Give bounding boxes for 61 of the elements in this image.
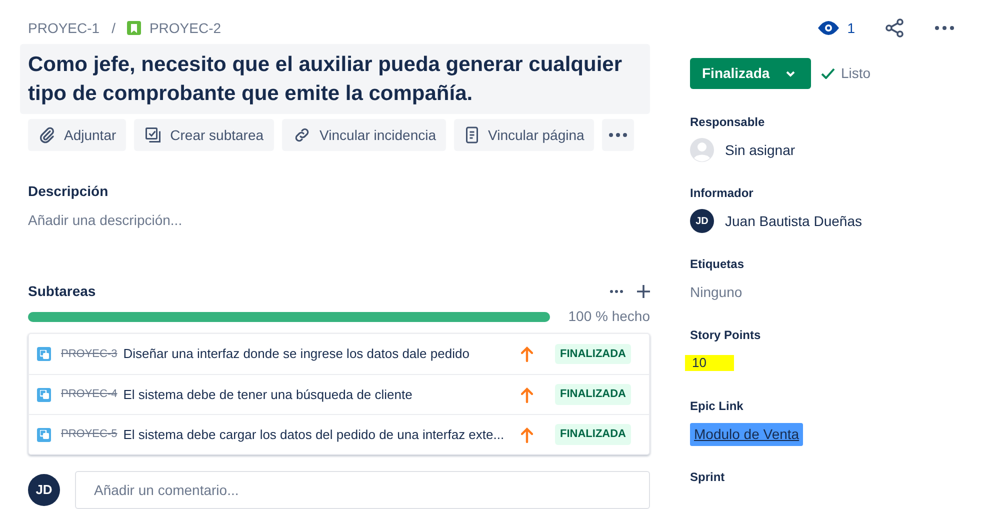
caret-icon [786, 70, 795, 76]
field-value[interactable]: Juan Bautista Dueñas [725, 210, 862, 232]
up-arrow-icon [521, 386, 533, 402]
subtask-key[interactable]: PROYEC-5 [61, 426, 118, 443]
epic-link[interactable]: Modulo de Venta [690, 422, 804, 446]
more-icon [609, 133, 628, 137]
action-button[interactable]: Crear subtarea [134, 119, 274, 151]
section-heading: Subtareas [28, 282, 96, 301]
up-arrow-icon [521, 346, 533, 362]
paperclip-icon [38, 126, 56, 144]
breadcrumb-link[interactable]: PROYEC-2 [149, 18, 222, 38]
eye-icon[interactable] [818, 21, 840, 35]
user-avatar: JD [28, 474, 60, 506]
action-button[interactable]: Vincular página [454, 119, 594, 151]
action-button[interactable]: Vincular incidencia [282, 119, 446, 151]
subtask-key[interactable]: PROYEC-4 [61, 386, 118, 403]
user-avatar: JD [690, 209, 714, 233]
description-placeholder[interactable]: Añadir una descripción... [20, 210, 650, 231]
up-arrow-icon [521, 426, 533, 442]
breadcrumb-link[interactable]: PROYEC-1 [28, 18, 100, 38]
issue-title[interactable]: Como jefe, necesito que el auxiliar pueda generar cualquier tipo de comprobante que emite la compañía. [20, 44, 650, 114]
subtask-row[interactable]: PROYEC-3 Diseñar una interfaz donde se ingrese los datos dale pedido FINALIZADA [29, 334, 649, 374]
subtask-icon [37, 388, 51, 402]
field-value[interactable]: Ninguno [690, 282, 742, 302]
subtask-summary: El sistema debe cargar los datos del pedido de una interfaz exte... [123, 426, 506, 444]
status-lozenge: FINALIZADA [555, 384, 631, 405]
more-button[interactable] [602, 119, 634, 151]
breadcrumb-separator: / [110, 18, 116, 38]
progress-text: 100 % hecho [568, 307, 650, 326]
subtask-icon [37, 428, 51, 442]
more-icon[interactable] [610, 290, 623, 293]
status-lozenge: FINALIZADA [555, 424, 631, 445]
subtask-summary: El sistema debe de tener una búsqueda de cliente [123, 386, 414, 404]
status-dropdown[interactable]: Finalizada [690, 58, 811, 89]
field-label: Responsable [690, 115, 766, 129]
more-icon[interactable] [935, 26, 954, 30]
action-button[interactable]: Adjuntar [28, 119, 126, 151]
field-label: Etiquetas [690, 257, 746, 271]
subtask-row[interactable]: PROYEC-4 El sistema debe de tener una búsqueda de cliente FINALIZADA [29, 374, 649, 414]
subtask-key[interactable]: PROYEC-3 [61, 346, 118, 362]
field-label: Informador [690, 186, 754, 200]
document-icon [464, 126, 480, 144]
check-icon [821, 68, 835, 79]
subtask-row[interactable]: PROYEC-5 El sistema debe cargar los datos del pedido de una interfaz exte... FINALIZADA [29, 414, 649, 454]
field-label: Story Points [690, 328, 762, 342]
field-label: Epic Link [690, 399, 744, 413]
watcher-count[interactable]: 1 [847, 18, 855, 38]
person-icon [690, 138, 714, 162]
comment-field[interactable]: Añadir un comentario... [75, 471, 650, 509]
subtask-icon [37, 347, 51, 361]
resolution-text: Listo [841, 64, 871, 83]
status-lozenge: FINALIZADA [555, 344, 631, 364]
subtask-summary: Diseñar una interfaz donde se ingrese los datos dale pedido [123, 345, 470, 364]
checkbox-stack-icon [144, 126, 162, 144]
story-icon [127, 21, 142, 35]
field-label: Sprint [690, 470, 726, 484]
share-icon[interactable] [885, 18, 905, 38]
section-heading: Descripción [27, 182, 110, 201]
field-value[interactable]: 10 [685, 355, 734, 371]
field-value[interactable]: Sin asignar [725, 140, 796, 160]
add-icon[interactable] [637, 285, 650, 298]
